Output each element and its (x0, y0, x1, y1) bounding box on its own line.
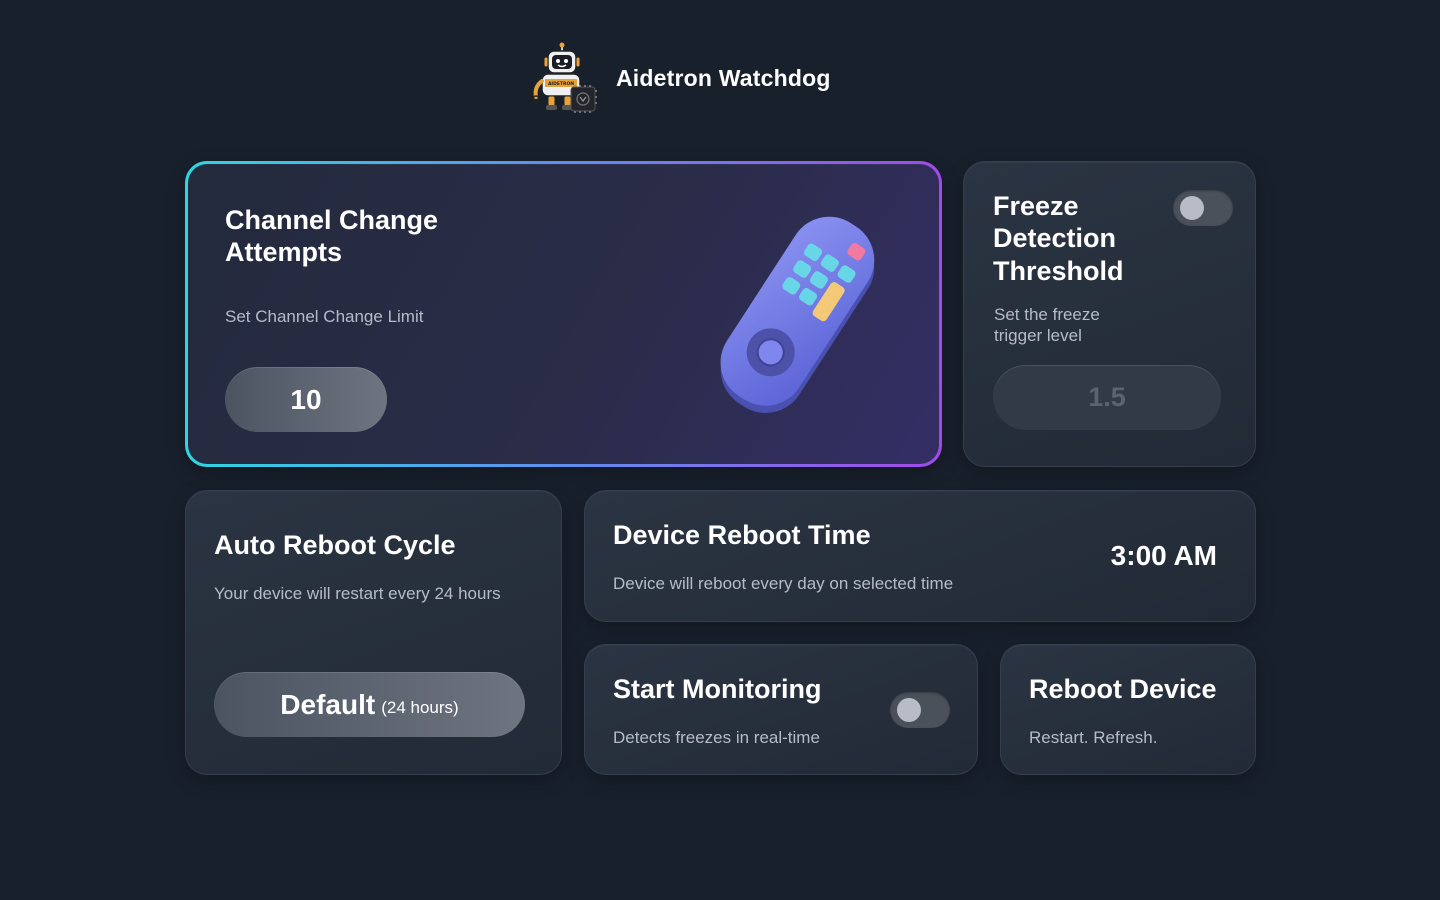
freeze-detection-toggle[interactable] (1173, 190, 1233, 226)
start-monitoring-title: Start Monitoring (613, 674, 822, 704)
reboot-time-value[interactable]: 3:00 AM (1111, 540, 1217, 572)
reboot-device-title: Reboot Device (1029, 674, 1217, 704)
channel-change-card: Channel Change Attempts Set Channel Chan… (185, 161, 942, 467)
auto-reboot-default-button[interactable]: Default (24 hours) (214, 672, 525, 737)
channel-change-title: Channel Change Attempts (225, 205, 439, 268)
svg-text:AIDETRON: AIDETRON (548, 81, 574, 87)
channel-change-subtitle: Set Channel Change Limit (225, 307, 424, 326)
start-monitoring-subtitle: Detects freezes in real-time (613, 728, 820, 747)
auto-reboot-subtitle: Your device will restart every 24 hours (214, 584, 501, 603)
default-button-sublabel: (24 hours) (381, 697, 459, 717)
device-reboot-time-title: Device Reboot Time (613, 520, 871, 550)
start-monitoring-toggle[interactable] (890, 692, 950, 728)
channel-change-value-input[interactable]: 10 (225, 367, 387, 432)
robot-mascot-icon: AIDETRON (532, 42, 597, 113)
reboot-device-button[interactable]: Reboot Device Restart. Refresh. (1000, 644, 1256, 775)
auto-reboot-title: Auto Reboot Cycle (214, 530, 456, 560)
auto-reboot-card: Auto Reboot Cycle Your device will resta… (185, 490, 562, 775)
freeze-detection-card: Freeze Detection Threshold Set the freez… (963, 161, 1256, 467)
app-header: AIDETRON Aidetron Watchdog (528, 40, 831, 116)
toggle-knob (897, 698, 921, 722)
app-title: Aidetron Watchdog (616, 64, 831, 91)
start-monitoring-card: Start Monitoring Detects freezes in real… (584, 644, 978, 775)
tv-remote-icon (720, 216, 875, 413)
default-button-label: Default (280, 688, 376, 720)
device-reboot-time-card[interactable]: Device Reboot Time Device will reboot ev… (584, 490, 1256, 622)
reboot-device-subtitle: Restart. Refresh. (1029, 728, 1158, 747)
freeze-detection-subtitle: Set the freeze trigger level (994, 305, 1100, 346)
toggle-knob (1180, 196, 1204, 220)
freeze-detection-title: Freeze Detection Threshold (993, 191, 1124, 286)
device-reboot-time-subtitle: Device will reboot every day on selected… (613, 574, 954, 593)
freeze-threshold-input[interactable]: 1.5 (993, 365, 1221, 430)
